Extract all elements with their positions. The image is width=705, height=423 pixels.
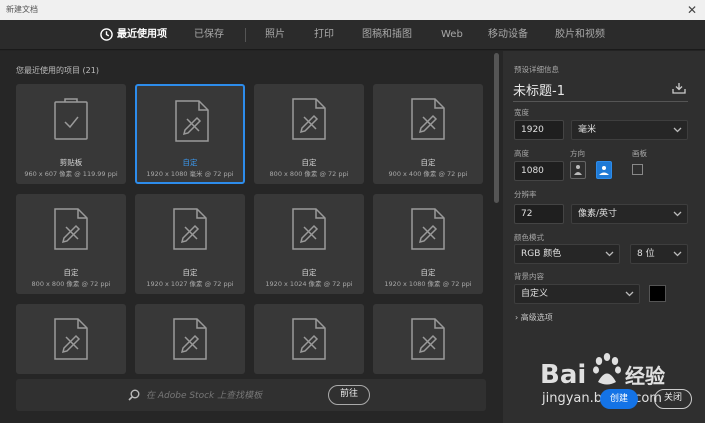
- recent-items-heading: 您最近使用的项目 (21): [16, 66, 99, 75]
- tab-web[interactable]: Web: [441, 20, 463, 50]
- tab-art-illustration[interactable]: 图稿和插图: [362, 20, 412, 50]
- tab-print[interactable]: 打印: [314, 20, 334, 50]
- chevron-down-icon: [625, 291, 634, 297]
- landscape-orientation-button[interactable]: [596, 161, 612, 179]
- preset-card-desc: 960 x 607 像素 @ 119.99 ppi: [24, 170, 118, 178]
- title-underline: [513, 101, 688, 102]
- preset-card[interactable]: 自定 800 x 800 像素 @ 72 ppi: [16, 194, 126, 294]
- preset-card-desc: 1920 x 1027 像素 @ 72 ppi: [146, 280, 234, 288]
- background-label: 背景内容: [514, 272, 544, 281]
- preset-details-heading: 预设详细信息: [514, 65, 559, 74]
- clock-icon: [100, 28, 113, 41]
- document-icon: [292, 208, 326, 250]
- resolution-label: 分辨率: [514, 190, 537, 199]
- background-color-swatch[interactable]: [649, 285, 666, 302]
- document-icon: [173, 208, 207, 250]
- color-mode-select[interactable]: RGB 颜色: [514, 244, 620, 264]
- scrollbar-thumb[interactable]: [494, 53, 499, 203]
- window-close-icon[interactable]: ✕: [685, 0, 699, 20]
- preset-card[interactable]: 自定 1920 x 1024 像素 @ 72 ppi: [254, 194, 364, 294]
- preset-card-desc: 900 x 400 像素 @ 72 ppi: [388, 170, 468, 178]
- document-icon: [173, 318, 207, 360]
- document-icon: [54, 318, 88, 360]
- resolution-input[interactable]: 72: [514, 204, 564, 224]
- document-icon: [175, 100, 209, 142]
- preset-card-desc: 800 x 800 像素 @ 72 ppi: [269, 170, 349, 178]
- tab-recent[interactable]: 最近使用项: [117, 20, 167, 50]
- preset-card[interactable]: 自定 1920 x 1080 像素 @ 72 ppi: [373, 194, 483, 294]
- background-select[interactable]: 自定义: [514, 284, 640, 304]
- preset-card-desc: 1920 x 1080 毫米 @ 72 ppi: [146, 170, 234, 178]
- preset-card-desc: 800 x 800 像素 @ 72 ppi: [31, 280, 111, 288]
- document-icon: [411, 208, 445, 250]
- preset-card[interactable]: 自定 1920 x 1080 毫米 @ 72 ppi: [135, 84, 245, 184]
- preset-card[interactable]: 自定 900 x 400 像素 @ 72 ppi: [373, 84, 483, 184]
- portrait-orientation-button[interactable]: [570, 161, 586, 179]
- preset-card-name: 自定: [63, 268, 79, 277]
- width-input[interactable]: 1920: [514, 120, 564, 140]
- bit-depth-select[interactable]: 8 位: [630, 244, 688, 264]
- preset-card-name: 自定: [301, 268, 317, 277]
- orientation-label: 方向: [570, 149, 585, 158]
- stock-search-input[interactable]: 在 Adobe Stock 上查找模板: [146, 388, 262, 401]
- clipboard-icon: [54, 98, 88, 140]
- advanced-options-toggle[interactable]: › 高级选项: [515, 312, 553, 323]
- document-icon: [411, 318, 445, 360]
- preset-card[interactable]: [373, 304, 483, 374]
- category-tabs: 最近使用项 已保存 照片 打印 图稿和插图 Web 移动设备 胶片和视频: [0, 20, 705, 50]
- preset-card-name: 自定: [301, 158, 317, 167]
- tab-film-video[interactable]: 胶片和视频: [555, 20, 605, 50]
- preset-card-desc: 1920 x 1024 像素 @ 72 ppi: [265, 280, 353, 288]
- landscape-icon: [599, 166, 609, 175]
- preset-card[interactable]: 自定 800 x 800 像素 @ 72 ppi: [254, 84, 364, 184]
- create-button[interactable]: 创建: [600, 389, 638, 409]
- window-titlebar: 新建文档 ✕: [0, 0, 705, 20]
- chevron-down-icon: [673, 127, 682, 133]
- document-title-input[interactable]: 未标题-1: [513, 80, 565, 99]
- preset-card[interactable]: [16, 304, 126, 374]
- chevron-right-icon: ›: [515, 313, 519, 322]
- preset-card[interactable]: [135, 304, 245, 374]
- preset-card-name: 自定: [420, 158, 436, 167]
- document-icon: [54, 208, 88, 250]
- preset-card-name: 自定: [182, 158, 198, 167]
- tab-mobile[interactable]: 移动设备: [488, 20, 528, 50]
- width-unit-select[interactable]: 毫米: [571, 120, 688, 140]
- tab-saved[interactable]: 已保存: [194, 20, 224, 50]
- window-title: 新建文档: [6, 5, 38, 14]
- preset-card-name: 剪贴板: [59, 158, 83, 167]
- stock-search-bar: 在 Adobe Stock 上查找模板 前往: [16, 379, 486, 411]
- tab-photo[interactable]: 照片: [265, 20, 285, 50]
- preset-card[interactable]: 自定 1920 x 1027 像素 @ 72 ppi: [135, 194, 245, 294]
- document-icon: [292, 98, 326, 140]
- portrait-icon: [574, 165, 582, 175]
- preset-card[interactable]: 剪贴板 960 x 607 像素 @ 119.99 ppi: [16, 84, 126, 184]
- chevron-down-icon: [673, 211, 682, 217]
- height-label: 高度: [514, 149, 529, 158]
- color-mode-label: 颜色模式: [514, 233, 544, 242]
- close-button[interactable]: 关闭: [654, 389, 692, 409]
- height-input[interactable]: 1080: [514, 161, 564, 181]
- tab-separator: [245, 28, 246, 42]
- chevron-down-icon: [673, 251, 682, 257]
- width-label: 宽度: [514, 108, 529, 117]
- recent-items-panel: 您最近使用的项目 (21) 剪贴板 960 x 607 像素 @ 119.99 p…: [0, 51, 503, 423]
- search-icon: [128, 389, 140, 401]
- document-icon: [292, 318, 326, 360]
- artboard-checkbox[interactable]: [632, 164, 643, 175]
- chevron-down-icon: [605, 251, 614, 257]
- preset-card-name: 自定: [420, 268, 436, 277]
- artboard-label: 画板: [632, 149, 647, 158]
- preset-card-desc: 1920 x 1080 像素 @ 72 ppi: [384, 280, 472, 288]
- go-button[interactable]: 前往: [328, 385, 370, 405]
- preset-card-name: 自定: [182, 268, 198, 277]
- document-icon: [411, 98, 445, 140]
- save-preset-icon[interactable]: [672, 82, 686, 94]
- resolution-unit-select[interactable]: 像素/英寸: [571, 204, 688, 224]
- preset-card[interactable]: [254, 304, 364, 374]
